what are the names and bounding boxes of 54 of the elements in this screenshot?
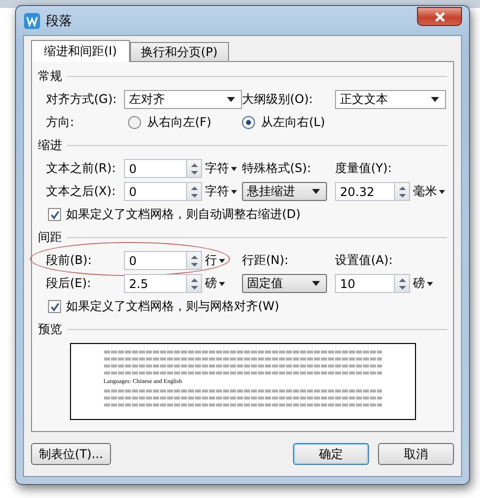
dropdown[interactable]: 固定值 bbox=[242, 274, 327, 293]
field-label: 度量值(Y): bbox=[335, 160, 393, 177]
radio-icon[interactable] bbox=[242, 116, 255, 129]
dialog-button[interactable]: 制表位(T)... bbox=[31, 443, 111, 465]
number-field[interactable]: 10 bbox=[335, 274, 410, 293]
field-label: 特殊格式(S): bbox=[242, 160, 312, 177]
number-field[interactable]: 0 bbox=[124, 159, 202, 178]
app-icon bbox=[24, 12, 40, 28]
unit-dropdown[interactable]: 磅 bbox=[410, 275, 446, 292]
unit-dropdown[interactable]: 毫米 bbox=[410, 183, 446, 200]
number-field[interactable]: 0 bbox=[124, 251, 202, 270]
dialog-button[interactable]: 取消 bbox=[378, 443, 454, 465]
dialog-button[interactable]: 确定 bbox=[293, 443, 369, 465]
field-label: 大纲级别(O): bbox=[242, 91, 314, 108]
section-title: 间距 bbox=[38, 229, 62, 246]
dropdown[interactable]: 正文文本 bbox=[335, 90, 446, 109]
number-field[interactable]: 20.32 bbox=[335, 182, 410, 201]
spin-buttons[interactable] bbox=[394, 183, 409, 200]
checkbox-icon[interactable] bbox=[48, 208, 61, 221]
section-title: 常规 bbox=[38, 68, 62, 85]
checkbox-icon[interactable] bbox=[48, 300, 61, 313]
tab[interactable]: 缩进和间距(I) bbox=[31, 40, 130, 62]
number-field[interactable]: 0 bbox=[124, 182, 202, 201]
tab[interactable]: 换行和分页(P) bbox=[130, 42, 229, 61]
field-label: 段前(B): bbox=[46, 252, 93, 269]
field-label: 行距(N): bbox=[242, 252, 290, 269]
radio-icon[interactable] bbox=[128, 116, 141, 129]
radio-option[interactable]: 从右向左(F) bbox=[124, 114, 242, 131]
dropdown[interactable]: 左对齐 bbox=[124, 90, 242, 109]
section-title: 缩进 bbox=[38, 137, 62, 154]
field-label: 方向: bbox=[46, 114, 76, 131]
field-label: 文本之前(R): bbox=[46, 160, 117, 177]
field-label: 段后(E): bbox=[46, 275, 92, 292]
checkbox-option[interactable]: 如果定义了文档网格，则自动调整右缩进(D) bbox=[46, 206, 446, 223]
window-title: 段落 bbox=[46, 12, 72, 30]
spin-buttons[interactable] bbox=[186, 183, 201, 200]
unit-dropdown[interactable]: 磅 bbox=[202, 275, 242, 292]
spin-buttons[interactable] bbox=[186, 252, 201, 269]
spin-buttons[interactable] bbox=[394, 275, 409, 292]
close-icon bbox=[434, 12, 446, 22]
field-label: 设置值(A): bbox=[335, 252, 394, 269]
field-label: 文本之后(X): bbox=[46, 183, 117, 200]
dropdown[interactable]: 悬挂缩进 bbox=[242, 182, 327, 201]
radio-option[interactable]: 从左向右(L) bbox=[242, 114, 446, 131]
spin-buttons[interactable] bbox=[186, 275, 201, 292]
close-button[interactable] bbox=[417, 7, 462, 26]
section-title: 预览 bbox=[38, 321, 62, 338]
spin-buttons[interactable] bbox=[186, 160, 201, 177]
unit-dropdown[interactable]: 字符 bbox=[202, 160, 242, 177]
checkbox-option[interactable]: 如果定义了文档网格，则与网格对齐(W) bbox=[46, 298, 446, 315]
unit-dropdown[interactable]: 行 bbox=[202, 252, 242, 269]
field-label: 对齐方式(G): bbox=[46, 91, 118, 108]
number-field[interactable]: 2.5 bbox=[124, 274, 202, 293]
unit-dropdown[interactable]: 字符 bbox=[202, 183, 242, 200]
